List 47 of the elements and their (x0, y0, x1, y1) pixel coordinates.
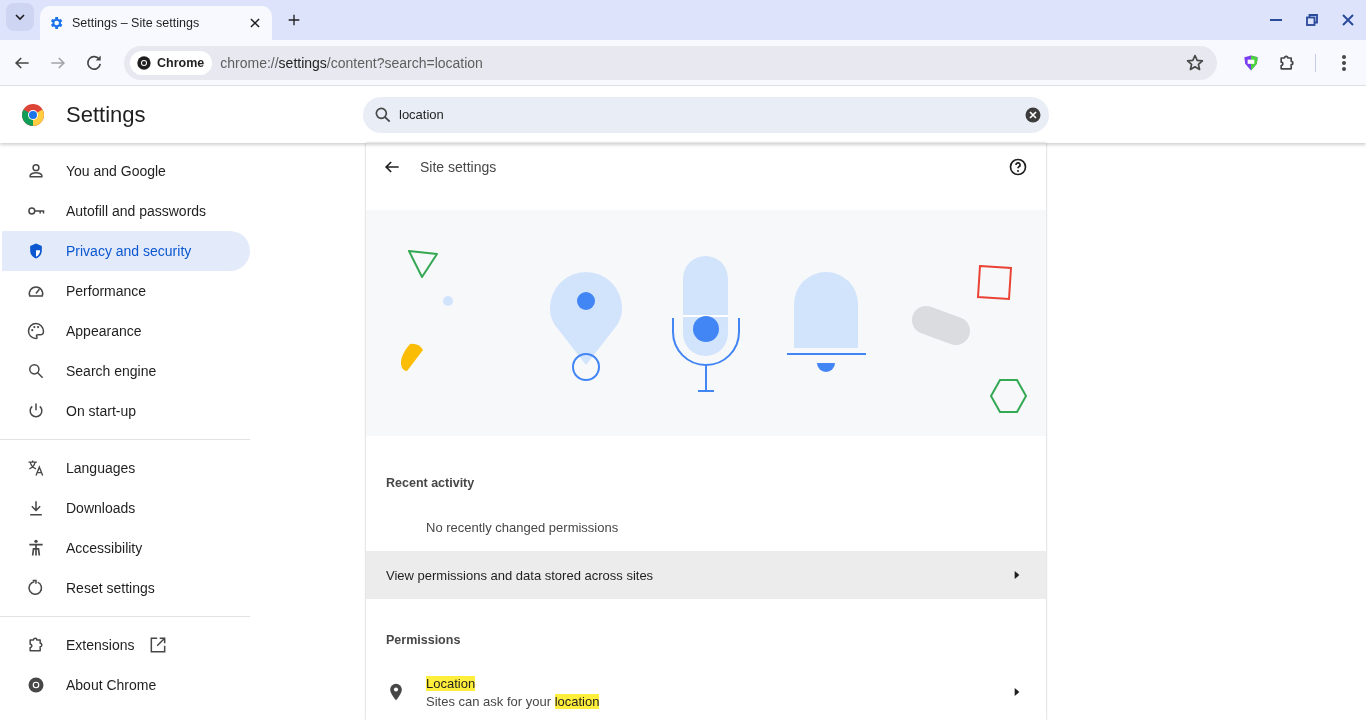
person-icon (26, 161, 46, 181)
site-chip-label: Chrome (157, 55, 205, 70)
search-input[interactable]: location (397, 106, 1017, 123)
section-heading: Permissions (385, 631, 462, 647)
address-bar[interactable]: Chrome chrome://settings/content?search=location (124, 45, 1217, 80)
chrome-logo-icon (136, 54, 152, 71)
tab-title: Settings – Site settings (72, 16, 201, 30)
sidebar-item[interactable]: Search engine (2, 351, 250, 391)
help-icon (1008, 156, 1028, 177)
accessibility-icon (26, 538, 46, 558)
tab-list-button[interactable] (6, 3, 34, 31)
sidebar-item[interactable]: On start-up (2, 391, 250, 431)
search-bar[interactable]: location (363, 96, 1049, 133)
clear-icon (1024, 105, 1042, 124)
empty-state-text: No recently changed permissions (425, 519, 620, 536)
sidebar-item[interactable]: Reset settings (2, 568, 250, 608)
star-icon (1185, 52, 1205, 73)
sidebar-item[interactable]: Downloads (2, 488, 250, 528)
sidebar-item[interactable]: About Chrome (2, 665, 250, 705)
gear-icon (48, 15, 64, 31)
close-icon (248, 16, 262, 30)
sidebar-item[interactable]: Privacy and security (2, 231, 250, 271)
browser-tab[interactable]: Settings – Site settings (40, 6, 272, 40)
search-icon (26, 361, 46, 381)
sidebar-item[interactable]: Accessibility (2, 528, 250, 568)
chrome-logo-icon (26, 675, 46, 695)
url-text: chrome://settings/content?search=location (220, 54, 483, 71)
row-label: View permissions and data stored across sites (386, 567, 654, 583)
permission-row[interactable]: Location Sites can ask for your location (366, 664, 1046, 720)
minimize-icon (1270, 19, 1282, 21)
sidebar-item[interactable]: Extensions (2, 625, 250, 665)
translate-icon (26, 458, 46, 478)
sidebar-item[interactable]: You and Google (2, 151, 250, 191)
more-vertical-icon (1342, 54, 1346, 71)
page-title: Site settings (420, 158, 497, 175)
settings-title: Settings (66, 101, 146, 128)
link-row[interactable]: View permissions and data stored across sites (366, 551, 1046, 599)
sidebar-item[interactable]: Languages (2, 448, 250, 488)
chrome-logo-icon (21, 102, 45, 127)
sidebar-item[interactable]: Autofill and passwords (2, 191, 250, 231)
palette-icon (26, 321, 46, 341)
sidebar-item[interactable]: Performance (2, 271, 250, 311)
permission-description: Sites can ask for your location (426, 693, 600, 709)
permission-title: Location (426, 675, 476, 691)
sidebar-item[interactable]: Appearance (2, 311, 250, 351)
plus-icon (286, 12, 302, 28)
section-heading: Recent activity (385, 475, 476, 491)
